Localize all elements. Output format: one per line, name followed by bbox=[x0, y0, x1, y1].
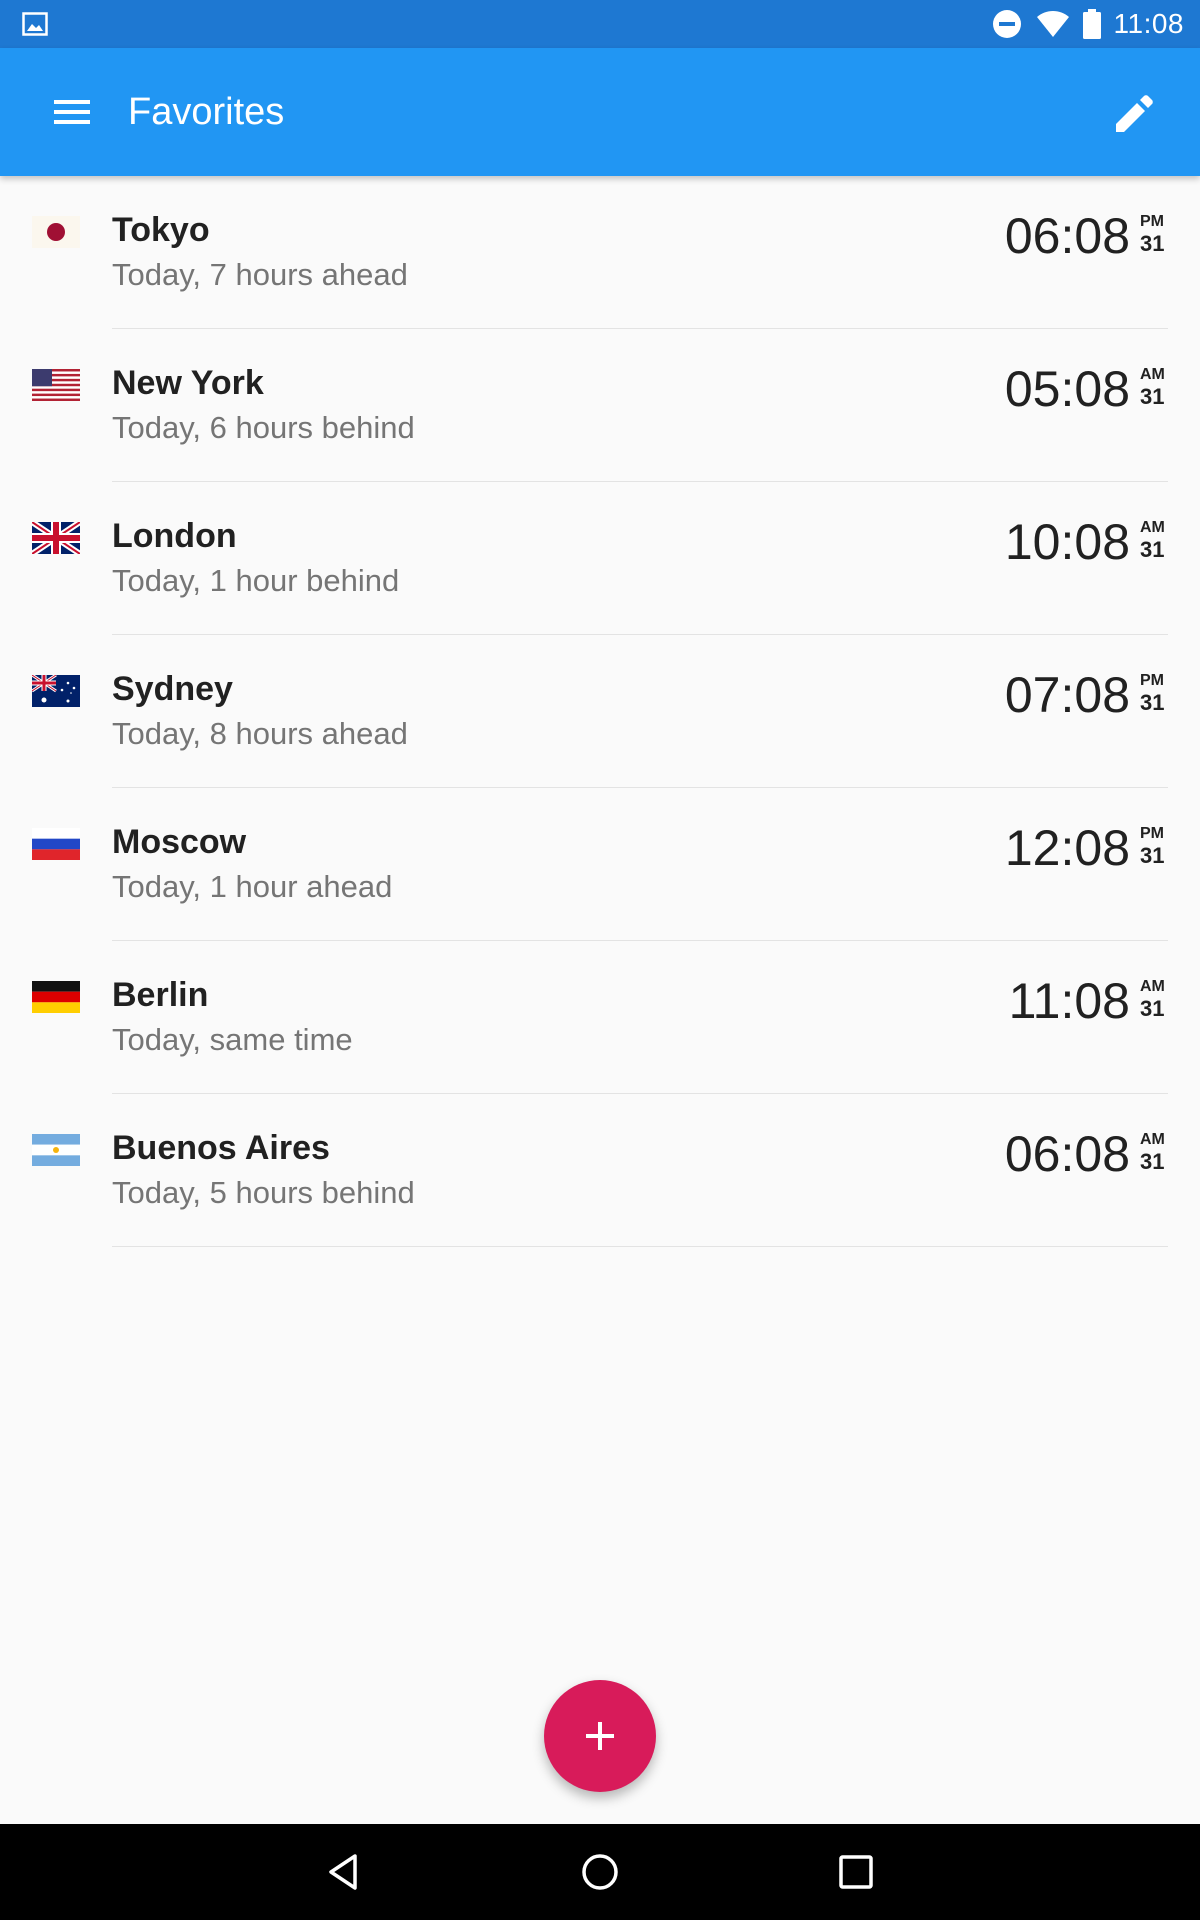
city-time: 05:08 bbox=[1004, 361, 1130, 417]
city-day: 31 bbox=[1140, 231, 1165, 256]
japan-flag-icon bbox=[32, 216, 80, 248]
navigation-bar bbox=[0, 1824, 1200, 1920]
city-row-new-york[interactable]: New York Today, 6 hours behind 05:08 AM … bbox=[0, 329, 1200, 482]
city-ampm: AM bbox=[1140, 1131, 1165, 1148]
argentina-flag-icon bbox=[32, 1134, 80, 1166]
city-time: 07:08 bbox=[1004, 667, 1130, 723]
city-row-moscow[interactable]: Moscow Today, 1 hour ahead 12:08 PM 31 bbox=[0, 788, 1200, 941]
back-icon bbox=[329, 1854, 357, 1890]
city-name: Buenos Aires bbox=[112, 1129, 330, 1167]
city-day: 31 bbox=[1140, 690, 1165, 715]
city-ampm: PM bbox=[1140, 825, 1164, 842]
menu-icon bbox=[54, 100, 90, 124]
status-time: 11:08 bbox=[1113, 8, 1184, 39]
status-icons: 11:08 bbox=[992, 0, 1185, 48]
back-button[interactable] bbox=[313, 1842, 373, 1902]
edit-button[interactable] bbox=[1104, 84, 1164, 144]
wifi-icon bbox=[1036, 11, 1069, 37]
app-bar: Favorites bbox=[0, 48, 1200, 176]
city-day: 31 bbox=[1140, 1149, 1165, 1174]
city-name: Tokyo bbox=[112, 211, 210, 249]
city-time: 12:08 bbox=[1004, 820, 1130, 876]
city-time-difference: Today, 6 hours behind bbox=[112, 410, 415, 445]
city-time-difference: Today, 1 hour ahead bbox=[112, 869, 393, 904]
image-notification-icon bbox=[22, 12, 48, 36]
city-time-difference: Today, 5 hours behind bbox=[112, 1175, 415, 1210]
city-time: 06:08 bbox=[1004, 208, 1130, 264]
city-ampm: AM bbox=[1140, 366, 1165, 383]
city-name: Sydney bbox=[112, 670, 233, 708]
city-time-difference: Today, same time bbox=[112, 1022, 353, 1057]
city-row-buenos-aires[interactable]: Buenos Aires Today, 5 hours behind 06:08… bbox=[0, 1094, 1200, 1247]
city-row-berlin[interactable]: Berlin Today, same time 11:08 AM 31 bbox=[0, 941, 1200, 1094]
add-city-button[interactable] bbox=[544, 1680, 656, 1792]
city-row-london[interactable]: London Today, 1 hour behind 10:08 AM 31 bbox=[0, 482, 1200, 635]
city-time: 11:08 bbox=[1008, 973, 1130, 1029]
russia-flag-icon bbox=[32, 828, 80, 860]
menu-button[interactable] bbox=[36, 84, 108, 140]
city-list: Tokyo Today, 7 hours ahead 06:08 PM 31 N… bbox=[0, 176, 1200, 1247]
city-time: 10:08 bbox=[1004, 514, 1130, 570]
city-day: 31 bbox=[1140, 537, 1165, 562]
city-name: London bbox=[112, 517, 237, 555]
edit-icon bbox=[1116, 95, 1153, 132]
city-name: Moscow bbox=[112, 823, 247, 861]
row-divider bbox=[112, 1246, 1168, 1247]
home-icon bbox=[582, 1854, 618, 1890]
city-name: Berlin bbox=[112, 976, 209, 1014]
status-bar: 11:08 bbox=[0, 0, 1200, 48]
recents-icon bbox=[839, 1855, 873, 1889]
australia-flag-icon bbox=[32, 675, 80, 707]
city-time-difference: Today, 8 hours ahead bbox=[112, 716, 408, 751]
germany-flag-icon bbox=[32, 981, 80, 1013]
home-button[interactable] bbox=[570, 1842, 630, 1902]
city-name: New York bbox=[112, 364, 264, 402]
city-time-difference: Today, 1 hour behind bbox=[112, 563, 400, 598]
do-not-disturb-icon bbox=[992, 10, 1021, 38]
city-ampm: PM bbox=[1140, 213, 1164, 230]
city-ampm: PM bbox=[1140, 672, 1164, 689]
city-day: 31 bbox=[1140, 843, 1165, 868]
recents-button[interactable] bbox=[826, 1842, 886, 1902]
city-ampm: AM bbox=[1140, 978, 1165, 995]
city-row-tokyo[interactable]: Tokyo Today, 7 hours ahead 06:08 PM 31 bbox=[0, 176, 1200, 329]
city-time: 06:08 bbox=[1004, 1126, 1130, 1182]
page-title: Favorites bbox=[128, 91, 285, 133]
city-day: 31 bbox=[1140, 384, 1165, 409]
city-row-sydney[interactable]: Sydney Today, 8 hours ahead 07:08 PM 31 bbox=[0, 635, 1200, 788]
usa-flag-icon bbox=[32, 369, 80, 401]
uk-flag-icon bbox=[32, 522, 80, 554]
city-ampm: AM bbox=[1140, 519, 1165, 536]
battery-icon bbox=[1082, 9, 1101, 39]
city-time-difference: Today, 7 hours ahead bbox=[112, 257, 408, 292]
plus-icon bbox=[586, 1722, 614, 1750]
city-day: 31 bbox=[1140, 996, 1165, 1021]
